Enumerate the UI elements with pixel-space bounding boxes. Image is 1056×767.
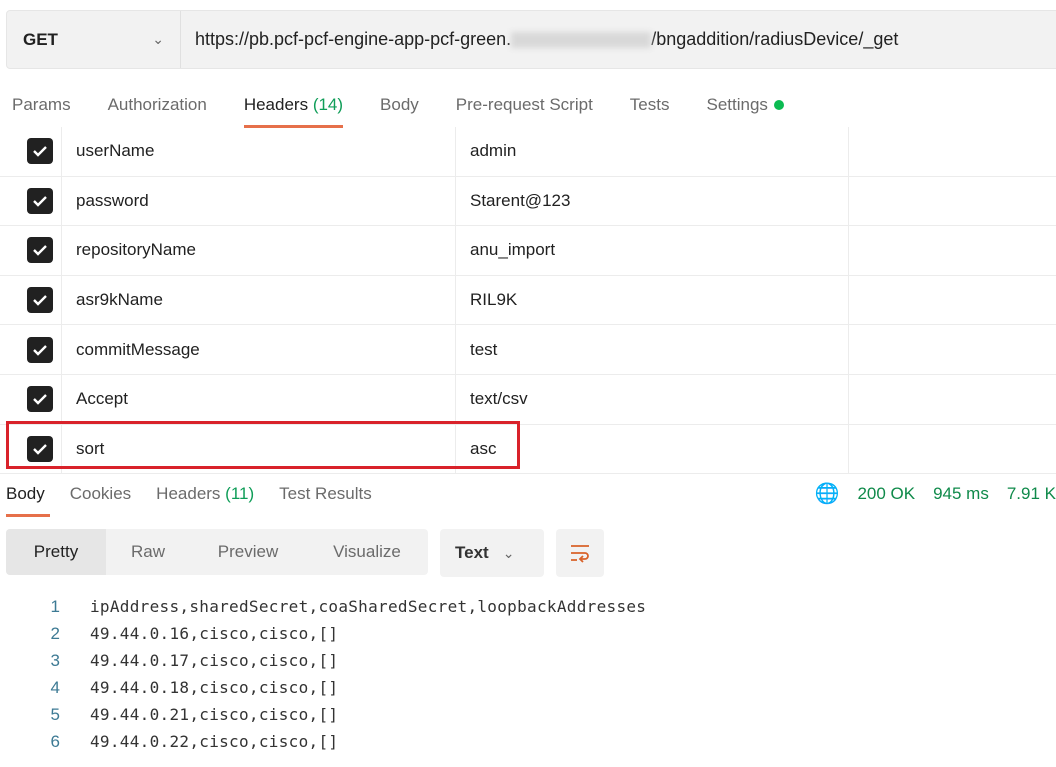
response-tabs: Body Cookies Headers (11) Test Results <box>6 481 397 517</box>
header-row: userName admin <box>0 127 1056 177</box>
response-status: 🌐 200 OK 945 ms 7.91 K <box>815 481 1056 507</box>
header-description[interactable] <box>848 424 1056 474</box>
header-description[interactable] <box>848 325 1056 374</box>
header-checkbox[interactable] <box>27 138 53 165</box>
checkmark-icon <box>33 245 47 257</box>
header-value[interactable]: text/csv <box>455 374 848 424</box>
tab-response-headers-count: (11) <box>225 484 255 503</box>
header-value[interactable]: RIL9K <box>455 275 848 325</box>
status-dot-icon <box>773 100 784 110</box>
view-pretty[interactable]: Pretty <box>6 529 106 575</box>
response-size[interactable]: 7.91 K <box>1007 481 1056 507</box>
tab-response-body[interactable]: Body <box>6 481 50 517</box>
header-row: commitMessage test <box>0 325 1056 375</box>
chevron-down-icon: ⌄ <box>502 544 515 561</box>
tab-cookies[interactable]: Cookies <box>70 481 131 517</box>
header-row: repositoryName anu_import <box>0 226 1056 276</box>
line-content: 49.44.0.21,cisco,cisco,[] <box>90 705 339 724</box>
line-number: 2 <box>50 623 60 643</box>
checkmark-icon <box>33 394 47 405</box>
line-number: 3 <box>50 650 60 670</box>
view-raw[interactable]: Raw <box>106 529 190 575</box>
view-preview[interactable]: Preview <box>190 529 306 575</box>
line-content: 49.44.0.16,cisco,cisco,[] <box>90 624 339 643</box>
tab-tests[interactable]: Tests <box>630 92 670 128</box>
checkmark-icon <box>33 344 47 356</box>
header-key[interactable]: commitMessage <box>61 325 455 374</box>
code-line: 5 49.44.0.21,cisco,cisco,[] <box>0 701 646 728</box>
checkmark-icon <box>33 295 47 306</box>
request-tabs: Params Authorization Headers (14) Body P… <box>12 92 821 128</box>
header-row: asr9kName RIL9K <box>0 275 1056 326</box>
code-line: 1 ipAddress,sharedSecret,coaSharedSecret,… <box>0 593 646 620</box>
highlight-box <box>6 421 520 469</box>
method-label: GET <box>23 29 58 49</box>
line-content: 49.44.0.18,cisco,cisco,[] <box>90 678 339 697</box>
tab-settings[interactable]: Settings <box>706 92 784 128</box>
tab-body[interactable]: Body <box>380 92 419 128</box>
url-bar: GET ⌄ https://pb.pcf-pcf-engine-app-pcf-g… <box>6 10 1056 69</box>
tab-headers-label: Headers <box>243 95 309 114</box>
line-content: 49.44.0.17,cisco,cisco,[] <box>90 651 339 670</box>
header-checkbox[interactable] <box>27 386 53 413</box>
header-checkbox[interactable] <box>27 336 53 363</box>
tab-response-headers[interactable]: Headers (11) <box>156 481 254 517</box>
header-description[interactable] <box>848 176 1056 226</box>
header-value[interactable]: test <box>455 325 848 374</box>
header-key[interactable]: userName <box>61 127 455 176</box>
code-line: 2 49.44.0.16,cisco,cisco,[] <box>0 620 646 647</box>
format-select[interactable]: Text ⌄ <box>440 529 544 577</box>
header-value[interactable]: Starent@123 <box>455 176 848 226</box>
globe-warning-icon[interactable]: 🌐 <box>815 481 840 507</box>
code-line: 3 49.44.0.17,cisco,cisco,[] <box>0 647 646 674</box>
view-mode-segment: Pretty Raw Preview Visualize <box>6 529 428 575</box>
header-description[interactable] <box>848 127 1056 176</box>
line-number: 1 <box>50 596 60 616</box>
line-number: 4 <box>50 677 60 697</box>
tab-test-results[interactable]: Test Results <box>279 481 372 517</box>
status-code[interactable]: 200 OK <box>857 481 915 507</box>
line-content: ipAddress,sharedSecret,coaSharedSecret,l… <box>90 597 647 616</box>
header-description[interactable] <box>848 226 1056 275</box>
view-visualize[interactable]: Visualize <box>306 529 428 575</box>
wrap-icon <box>571 545 589 563</box>
chevron-down-icon: ⌄ <box>152 31 164 47</box>
line-number: 5 <box>50 704 60 724</box>
header-checkbox[interactable] <box>27 237 53 264</box>
tab-authorization[interactable]: Authorization <box>108 92 207 128</box>
header-key[interactable]: asr9kName <box>61 275 455 325</box>
url-suffix: /bngaddition/radiusDevice/_get <box>651 29 899 49</box>
tab-pre-request-script[interactable]: Pre-request Script <box>456 92 593 128</box>
format-label: Text <box>455 543 489 562</box>
code-line: 6 49.44.0.22,cisco,cisco,[] <box>0 728 646 755</box>
header-key[interactable]: repositoryName <box>61 226 455 275</box>
tab-response-headers-label: Headers <box>156 484 221 503</box>
header-description[interactable] <box>848 275 1056 325</box>
code-line: 4 49.44.0.18,cisco,cisco,[] <box>0 674 646 701</box>
line-content: 49.44.0.22,cisco,cisco,[] <box>90 732 339 751</box>
header-row: password Starent@123 <box>0 176 1056 227</box>
header-row: Accept text/csv <box>0 374 1056 425</box>
url-input[interactable]: https://pb.pcf-pcf-engine-app-pcf-green.… <box>181 29 898 50</box>
header-value[interactable]: admin <box>455 127 848 176</box>
redacted-host <box>511 32 652 49</box>
tab-params[interactable]: Params <box>12 92 71 128</box>
checkmark-icon <box>33 146 47 157</box>
header-value[interactable]: anu_import <box>455 226 848 275</box>
header-description[interactable] <box>848 374 1056 424</box>
header-key[interactable]: Accept <box>61 374 455 424</box>
url-prefix: https://pb.pcf-pcf-engine-app-pcf-green. <box>195 29 512 49</box>
response-body[interactable]: 1 ipAddress,sharedSecret,coaSharedSecret,… <box>0 593 646 755</box>
header-key[interactable]: password <box>61 176 455 226</box>
tab-settings-label: Settings <box>706 95 768 114</box>
method-select[interactable]: GET ⌄ <box>7 11 181 68</box>
line-number: 6 <box>50 731 60 751</box>
header-checkbox[interactable] <box>27 287 53 314</box>
response-time[interactable]: 945 ms <box>933 481 989 507</box>
header-checkbox[interactable] <box>27 187 53 214</box>
tab-headers[interactable]: Headers (14) <box>243 92 344 128</box>
checkmark-icon <box>33 196 47 207</box>
tab-headers-count: (14) <box>312 95 344 114</box>
wrap-lines-button[interactable] <box>556 529 604 577</box>
